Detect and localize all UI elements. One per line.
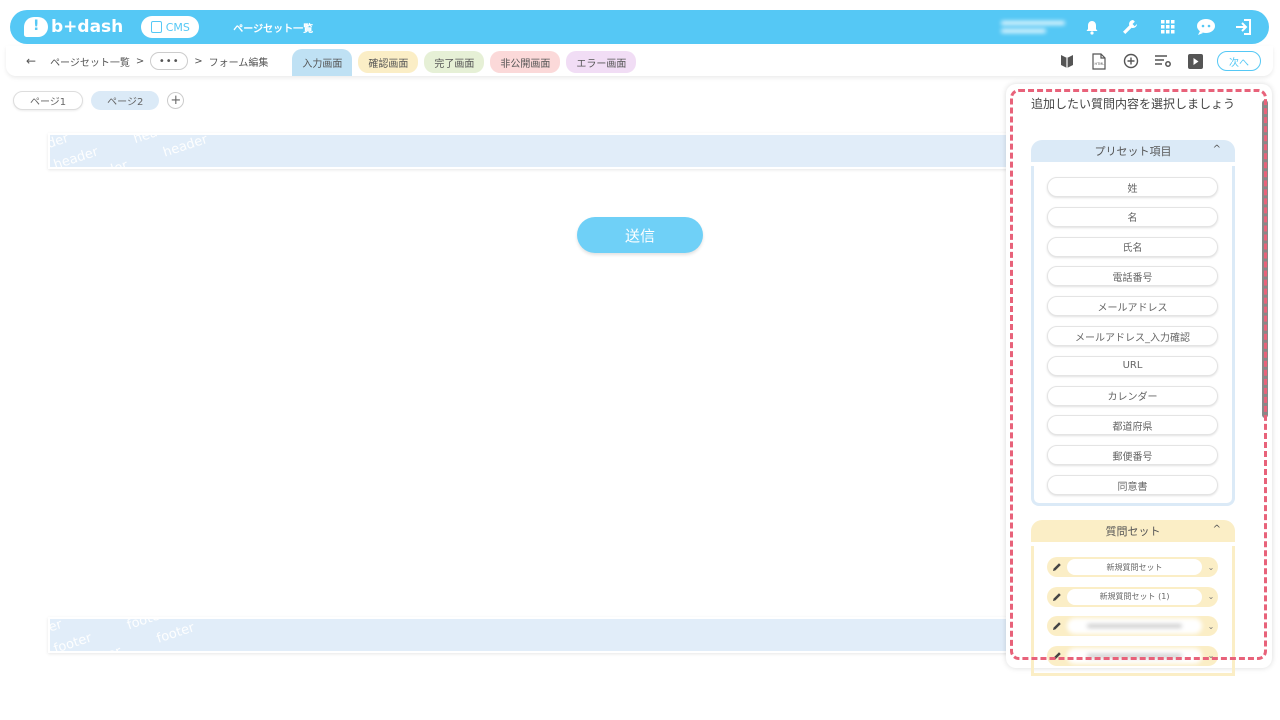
back-arrow-icon[interactable]: ← <box>26 54 36 68</box>
page-tabs: ページ1 ページ2 + <box>13 91 185 110</box>
html-file-icon[interactable]: HTML <box>1089 51 1109 71</box>
question-set-row[interactable]: 新規質問セット (1) ⌄ <box>1047 586 1218 607</box>
preset-item[interactable]: 同意書 <box>1047 475 1218 495</box>
breadcrumb-separator: > <box>135 55 145 67</box>
bell-icon[interactable] <box>1081 16 1103 38</box>
pencil-icon[interactable] <box>1047 616 1067 636</box>
logo-bubble-icon <box>24 17 48 37</box>
question-set-label[interactable] <box>1067 647 1202 664</box>
pencil-icon[interactable] <box>1047 587 1067 607</box>
question-set-row[interactable]: ⌄ <box>1047 645 1218 666</box>
watermark-word: footer <box>228 619 270 623</box>
breadcrumb-separator: > <box>194 55 203 67</box>
play-icon[interactable] <box>1185 51 1205 71</box>
footer-pattern: footerfooterfooterfooterfooterfooterfoot… <box>50 619 1006 651</box>
wrench-icon[interactable] <box>1119 16 1141 38</box>
page-tab-2[interactable]: ページ2 <box>91 91 160 110</box>
page-tab-1[interactable]: ページ1 <box>13 91 84 110</box>
editor-toolbar: ← ページセット一覧 > ••• > フォーム編集 入力画面 確認画面 完了画面… <box>6 46 1273 76</box>
user-name-blurred[interactable] <box>1001 14 1065 40</box>
top-title[interactable]: ページセット一覧 <box>233 20 313 35</box>
preset-item[interactable]: 都道府県 <box>1047 415 1218 436</box>
submit-button[interactable]: 送信 <box>577 217 703 253</box>
chevron-down-icon[interactable]: ⌄ <box>1204 592 1218 601</box>
add-page-button[interactable]: + <box>167 92 185 109</box>
question-set-section-title: 質問セット <box>1105 525 1161 538</box>
tab-private-screen[interactable]: 非公開画面 <box>490 51 561 73</box>
preset-section-header[interactable]: プリセット項目 ^ <box>1031 140 1235 162</box>
list-settings-icon[interactable] <box>1153 51 1173 71</box>
question-set-section-header[interactable]: 質問セット ^ <box>1031 520 1235 542</box>
question-set-row[interactable]: 新規質問セット ⌄ <box>1047 557 1218 577</box>
screen-tabs: 入力画面 確認画面 完了画面 非公開画面 エラー画面 <box>292 46 637 76</box>
bdash-logo[interactable]: b+dash <box>24 17 123 37</box>
question-set-label[interactable]: 新規質問セット (1) <box>1067 588 1202 605</box>
header-pattern: headerheaderheaderheaderheaderheaderhead… <box>50 133 1006 167</box>
cms-label: CMS <box>165 20 190 34</box>
panel-scrollbar[interactable] <box>1262 100 1268 418</box>
preset-item[interactable]: 名 <box>1047 206 1218 227</box>
edit-icon <box>150 21 162 33</box>
chevron-down-icon[interactable]: ⌄ <box>1204 622 1218 631</box>
preset-item[interactable]: URL <box>1047 355 1218 376</box>
preset-item[interactable]: 電話番号 <box>1047 266 1218 287</box>
footer-area[interactable]: footerfooterfooterfooterfooterfooterfoot… <box>48 617 1008 653</box>
next-button[interactable]: 次へ <box>1217 51 1261 71</box>
logo-text: b+dash <box>51 17 124 37</box>
grid-icon[interactable] <box>1157 16 1179 38</box>
breadcrumb-more-button[interactable]: ••• <box>150 52 189 70</box>
breadcrumb-current: フォーム編集 <box>208 57 269 69</box>
header-area[interactable]: headerheaderheaderheaderheaderheaderhead… <box>48 133 1008 169</box>
question-set-label[interactable]: 新規質問セット <box>1067 559 1202 575</box>
top-bar: b+dash CMS ページセット一覧 <box>10 10 1269 44</box>
preset-item[interactable]: カレンダー <box>1047 385 1218 406</box>
add-circle-icon[interactable] <box>1121 51 1141 71</box>
chevron-down-icon[interactable]: ⌄ <box>1204 563 1218 572</box>
chat-bot-icon[interactable] <box>1195 16 1217 38</box>
preset-item[interactable]: 姓 <box>1047 177 1218 197</box>
logout-icon[interactable] <box>1233 16 1255 38</box>
guide-icon[interactable] <box>1057 51 1077 71</box>
chevron-up-icon[interactable]: ^ <box>1213 524 1221 535</box>
breadcrumb-pageset-list[interactable]: ページセット一覧 <box>50 54 130 69</box>
question-set-label[interactable] <box>1067 618 1202 634</box>
preset-item[interactable]: メールアドレス <box>1047 296 1218 317</box>
preset-section-title: プリセット項目 <box>1094 145 1172 158</box>
tab-input-screen[interactable]: 入力画面 <box>292 49 353 76</box>
preset-item[interactable]: メールアドレス_入力確認 <box>1047 326 1218 346</box>
preset-item[interactable]: 氏名 <box>1047 236 1218 257</box>
tab-confirm-screen[interactable]: 確認画面 <box>358 51 419 73</box>
preset-item[interactable]: 郵便番号 <box>1047 445 1218 466</box>
pencil-icon[interactable] <box>1047 646 1067 666</box>
tab-complete-screen[interactable]: 完了画面 <box>424 51 485 73</box>
chevron-up-icon[interactable]: ^ <box>1213 144 1221 155</box>
question-set-row[interactable]: ⌄ <box>1047 616 1218 636</box>
watermark-word: header <box>241 133 289 135</box>
panel-title: 追加したい質問内容を選択しましょう <box>1030 97 1235 111</box>
cms-button[interactable]: CMS <box>141 16 200 38</box>
chevron-down-icon[interactable]: ⌄ <box>1204 651 1218 660</box>
pencil-icon[interactable] <box>1047 557 1067 577</box>
svg-text:HTML: HTML <box>1095 62 1105 66</box>
tab-error-screen[interactable]: エラー画面 <box>566 51 637 73</box>
